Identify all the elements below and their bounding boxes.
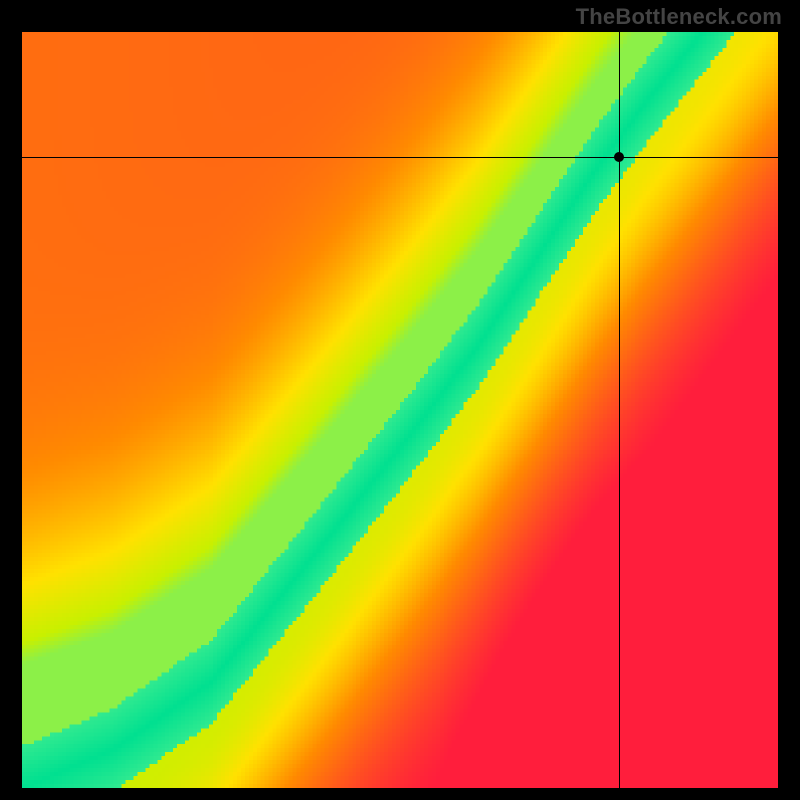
chart-frame: TheBottleneck.com	[0, 0, 800, 800]
heatmap-plot	[20, 30, 780, 790]
watermark-text: TheBottleneck.com	[576, 4, 782, 30]
crosshair-vertical	[619, 32, 620, 788]
crosshair-horizontal	[22, 157, 778, 158]
marker-point	[614, 152, 624, 162]
heatmap-canvas	[22, 32, 778, 788]
